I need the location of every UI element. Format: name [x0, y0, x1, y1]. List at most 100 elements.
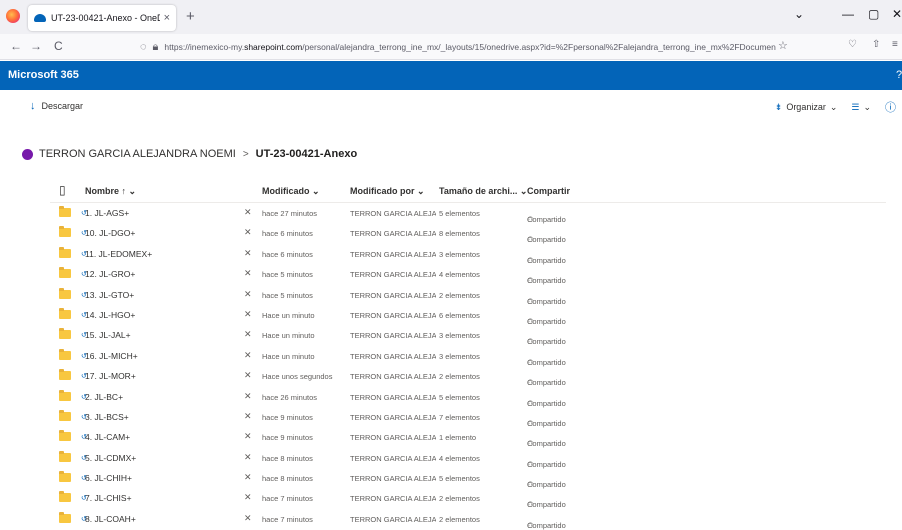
url-bar[interactable]: ◌ 🔒︎ https://inemexico-my.sharepoint.com…	[140, 37, 776, 57]
url-text[interactable]: https://inemexico-my.sharepoint.com/pers…	[164, 42, 776, 52]
forward-button[interactable]: →	[30, 39, 42, 53]
pin-icon[interactable]: ✕	[244, 391, 252, 402]
maximize-button[interactable]: ▢	[868, 7, 879, 21]
pin-icon[interactable]: ✕	[244, 411, 252, 422]
file-type-icon[interactable]: ▯	[59, 183, 66, 197]
list-item[interactable]: ↺ 1. JL-AGS+ ✕ hace 27 minutos TERRON GARCIA…	[50, 203, 886, 224]
item-modified-by: TERRON GARCIA ALEJANI	[350, 229, 436, 239]
minimize-button[interactable]: —	[842, 7, 854, 21]
view-chevron-icon[interactable]: ⌄	[863, 102, 871, 113]
item-name[interactable]: 15. JL-JAL+	[85, 330, 131, 340]
list-item[interactable]: ↺ 5. JL-CDMX+ ✕ hace 8 minutos TERRON GARCIA…	[50, 448, 886, 469]
item-modified: Hace un minuto	[262, 331, 315, 341]
pin-icon[interactable]: ✕	[244, 452, 252, 463]
close-window-button[interactable]: ✕	[892, 7, 902, 21]
list-item[interactable]: ↺ 6. JL-CHIH+ ✕ hace 8 minutos TERRON GARCIA…	[50, 468, 886, 489]
item-modified: hace 7 minutos	[262, 494, 313, 504]
column-header-share[interactable]: Compartir	[527, 186, 570, 196]
item-modified: hace 26 minutos	[262, 392, 318, 402]
pin-icon[interactable]: ✕	[244, 227, 252, 238]
item-name[interactable]: 7. JL-CHIS+	[85, 493, 132, 503]
tab-title: UT-23-00421-Anexo - OneDrive	[51, 13, 160, 23]
organize-button[interactable]: Organizar	[786, 102, 826, 112]
command-bar: ↓ Descargar ⇟ Organizar ⌄ ☰ ⌄ ⓘ	[0, 90, 902, 120]
list-item[interactable]: ↺ 16. JL-MICH+ ✕ Hace un minuto TERRON GARCI…	[50, 346, 886, 367]
list-item[interactable]: ↺ 7. JL-CHIS+ ✕ hace 7 minutos TERRON GARCIA…	[50, 488, 886, 509]
item-name[interactable]: 10. JL-DGO+	[85, 228, 135, 238]
item-size: 6 elementos	[439, 310, 480, 320]
pin-icon[interactable]: ✕	[244, 472, 252, 483]
shield-icon[interactable]: ◌	[140, 41, 147, 53]
folder-icon	[59, 226, 71, 238]
list-item[interactable]: ↺ 10. JL-DGO+ ✕ hace 6 minutos TERRON GARCIA…	[50, 223, 886, 244]
list-item[interactable]: ↺ 8. JL-COAH+ ✕ hace 7 minutos TERRON GARCIA…	[50, 509, 886, 530]
pin-icon[interactable]: ✕	[244, 268, 252, 279]
lock-icon[interactable]: 🔒︎	[153, 41, 159, 54]
folder-icon	[59, 328, 71, 340]
item-name[interactable]: 17. JL-MOR+	[85, 371, 136, 381]
item-size: 2 elementos	[439, 494, 480, 504]
tab-list-dropdown-icon[interactable]: ⌄	[794, 7, 804, 21]
list-item[interactable]: ↺ 12. JL-GRO+ ✕ hace 5 minutos TERRON GARCIA…	[50, 264, 886, 285]
item-name[interactable]: 12. JL-GRO+	[85, 269, 135, 279]
pin-icon[interactable]: ✕	[244, 350, 252, 361]
list-item[interactable]: ↺ 4. JL-CAM+ ✕ hace 9 minutos TERRON GARCIA …	[50, 427, 886, 448]
menu-icon[interactable]: ≡	[892, 39, 898, 50]
item-name[interactable]: 14. JL-HGO+	[85, 310, 135, 320]
view-options-icon[interactable]: ☰	[851, 102, 859, 113]
item-name[interactable]: 6. JL-CHIH+	[85, 473, 132, 483]
item-name[interactable]: 16. JL-MICH+	[85, 351, 138, 361]
item-name[interactable]: 4. JL-CAM+	[85, 432, 130, 442]
back-button[interactable]: ←	[10, 39, 22, 53]
list-item[interactable]: ↺ 17. JL-MOR+ ✕ Hace unos segundos TERRON GA…	[50, 366, 886, 387]
tab-close-button[interactable]: ×	[164, 12, 170, 24]
list-item[interactable]: ↺ 3. JL-BCS+ ✕ hace 9 minutos TERRON GARCIA …	[50, 407, 886, 428]
app-title[interactable]: Microsoft 365	[8, 69, 79, 81]
pin-icon[interactable]: ✕	[244, 370, 252, 381]
help-icon[interactable]: ?	[896, 69, 902, 81]
pin-icon[interactable]: ✕	[244, 248, 252, 259]
browser-tab[interactable]: UT-23-00421-Anexo - OneDrive ×	[28, 5, 176, 31]
command-bar-right: ⇟ Organizar ⌄ ☰ ⌄ ⓘ	[775, 99, 896, 115]
folder-icon	[59, 307, 71, 319]
pin-icon[interactable]: ✕	[244, 431, 252, 442]
pin-icon[interactable]: ✕	[244, 513, 252, 524]
list-item[interactable]: ↺ 14. JL-HGO+ ✕ Hace un minuto TERRON GARCIA…	[50, 305, 886, 326]
breadcrumb-owner[interactable]: TERRON GARCIA ALEJANDRA NOEMI	[39, 148, 236, 160]
firefox-logo-icon[interactable]	[6, 9, 20, 23]
new-tab-button[interactable]: +	[186, 8, 195, 25]
pin-icon[interactable]: ✕	[244, 309, 252, 320]
list-item[interactable]: ↺ 15. JL-JAL+ ✕ Hace un minuto TERRON GARCIA…	[50, 325, 886, 346]
column-header-size[interactable]: Tamaño de archi... ⌄	[439, 186, 527, 197]
column-header-modified-by[interactable]: Modificado por ⌄	[350, 186, 425, 197]
download-button[interactable]: ↓ Descargar	[30, 100, 83, 112]
pin-icon[interactable]: ✕	[244, 207, 252, 218]
item-name[interactable]: 13. JL-GTO+	[85, 290, 134, 300]
pin-icon[interactable]: ✕	[244, 289, 252, 300]
pocket-icon[interactable]: ♡	[848, 39, 857, 50]
item-name[interactable]: 2. JL-BC+	[85, 392, 123, 402]
bookmark-star-icon[interactable]: ☆	[778, 39, 788, 52]
item-name[interactable]: 5. JL-CDMX+	[85, 453, 136, 463]
list-item[interactable]: ↺ 2. JL-BC+ ✕ hace 26 minutos TERRON GARCIA …	[50, 387, 886, 408]
list-item[interactable]: ↺ 13. JL-GTO+ ✕ hace 5 minutos TERRON GARCIA…	[50, 285, 886, 306]
column-header-name[interactable]: Nombre ↑ ⌄	[85, 186, 136, 197]
item-size: 7 elementos	[439, 412, 480, 422]
pin-icon[interactable]: ✕	[244, 329, 252, 340]
item-modified-by: TERRON GARCIA ALEJANI	[350, 494, 436, 504]
item-modified-by: TERRON GARCIA ALEJANI	[350, 392, 436, 402]
item-modified-by: TERRON GARCIA ALEJANI	[350, 209, 436, 218]
column-header-modified[interactable]: Modificado ⌄	[262, 186, 320, 197]
reload-button[interactable]: C	[54, 39, 63, 53]
item-name[interactable]: 8. JL-COAH+	[85, 514, 136, 524]
info-icon[interactable]: ⓘ	[885, 99, 896, 115]
item-modified-by: TERRON GARCIA ALEJANI	[350, 351, 436, 361]
item-name[interactable]: 1. JL-AGS+	[85, 208, 129, 218]
item-modified: hace 6 minutos	[262, 249, 313, 259]
pin-icon[interactable]: ✕	[244, 492, 252, 503]
item-name[interactable]: 3. JL-BCS+	[85, 412, 129, 422]
item-name[interactable]: 11. JL-EDOMEX+	[85, 249, 152, 259]
organize-chevron-icon[interactable]: ⌄	[830, 102, 838, 113]
extensions-icon[interactable]: ⇧	[872, 39, 880, 50]
list-item[interactable]: ↺ 11. JL-EDOMEX+ ✕ hace 6 minutos TERRON GAR…	[50, 244, 886, 265]
